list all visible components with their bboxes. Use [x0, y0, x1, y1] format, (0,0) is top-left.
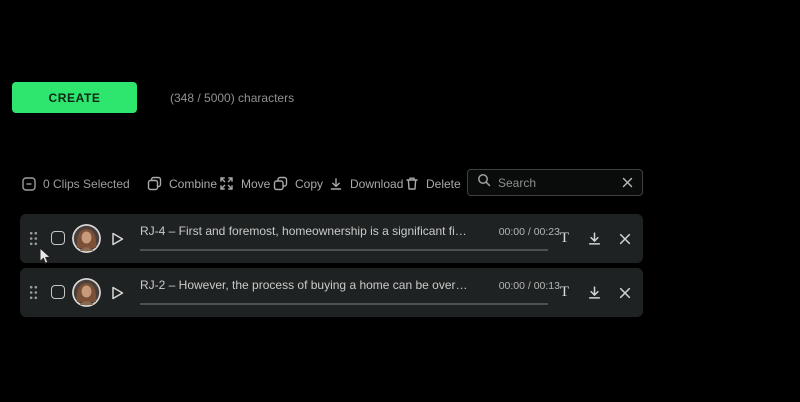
- copy-button[interactable]: Copy: [273, 170, 323, 197]
- mouse-cursor-icon: [38, 246, 53, 270]
- voice-avatar: [72, 224, 101, 253]
- clip-title: RJ-4 – First and foremost, homeownership…: [140, 224, 467, 238]
- copy-label: Copy: [295, 176, 324, 191]
- download-icon: [588, 232, 601, 245]
- combine-button[interactable]: Combine: [147, 170, 217, 197]
- delete-label: Delete: [426, 176, 461, 191]
- delete-button[interactable]: Delete: [405, 170, 461, 197]
- clip-time: 00:00 / 00:13: [498, 280, 560, 292]
- search-icon: [477, 173, 491, 192]
- clip-content: RJ-4 – First and foremost, homeownership…: [140, 224, 560, 256]
- search-box: [467, 169, 643, 196]
- clips-selected-label: 0 Clips Selected: [43, 176, 130, 191]
- create-button[interactable]: CREATE: [12, 82, 137, 113]
- clip-manager-page: { "header": { "create_label": "CREATE", …: [0, 0, 800, 402]
- seek-bar[interactable]: [140, 249, 548, 251]
- remove-clip-button[interactable]: [614, 282, 635, 303]
- clip-actions: T: [554, 268, 635, 317]
- character-counter: (348 / 5000) characters: [170, 90, 295, 105]
- clip-actions: T: [554, 214, 635, 263]
- trash-icon: [405, 176, 419, 191]
- x-icon: [619, 287, 630, 298]
- edit-text-button[interactable]: T: [554, 228, 575, 249]
- play-button[interactable]: [109, 230, 125, 247]
- clip-time: 00:00 / 00:23: [498, 226, 560, 238]
- download-icon: [588, 286, 601, 299]
- clip-checkbox[interactable]: [51, 231, 65, 245]
- voice-avatar: [72, 278, 101, 307]
- indeterminate-checkbox-icon[interactable]: [22, 176, 36, 191]
- download-label: Download: [350, 176, 404, 191]
- serif-t-icon: T: [559, 230, 570, 246]
- download-clip-button[interactable]: [584, 228, 605, 249]
- clear-search-button[interactable]: [622, 177, 633, 188]
- edit-text-button[interactable]: T: [554, 282, 575, 303]
- drag-handle-icon[interactable]: [29, 285, 38, 305]
- remove-clip-button[interactable]: [614, 228, 635, 249]
- move-label: Move: [241, 176, 271, 191]
- clip-checkbox[interactable]: [51, 285, 65, 299]
- play-button[interactable]: [109, 284, 125, 301]
- copy-icon: [273, 176, 288, 191]
- download-button[interactable]: Download: [329, 170, 403, 197]
- seek-bar[interactable]: [140, 303, 548, 305]
- drag-handle-icon[interactable]: [29, 231, 38, 251]
- move-button[interactable]: Move: [219, 170, 270, 197]
- download-clip-button[interactable]: [584, 282, 605, 303]
- combine-label: Combine: [169, 176, 218, 191]
- download-icon: [329, 177, 343, 191]
- serif-t-icon: T: [559, 284, 570, 300]
- clip-content: RJ-2 – However, the process of buying a …: [140, 278, 560, 310]
- x-icon: [619, 233, 630, 244]
- clip-row: RJ-4 – First and foremost, homeownership…: [20, 214, 643, 263]
- clips-selected-status: 0 Clips Selected: [22, 170, 130, 197]
- move-icon: [219, 176, 234, 191]
- clip-row: RJ-2 – However, the process of buying a …: [20, 268, 643, 317]
- search-input[interactable]: [498, 175, 615, 190]
- combine-icon: [147, 176, 162, 191]
- clip-title: RJ-2 – However, the process of buying a …: [140, 278, 468, 292]
